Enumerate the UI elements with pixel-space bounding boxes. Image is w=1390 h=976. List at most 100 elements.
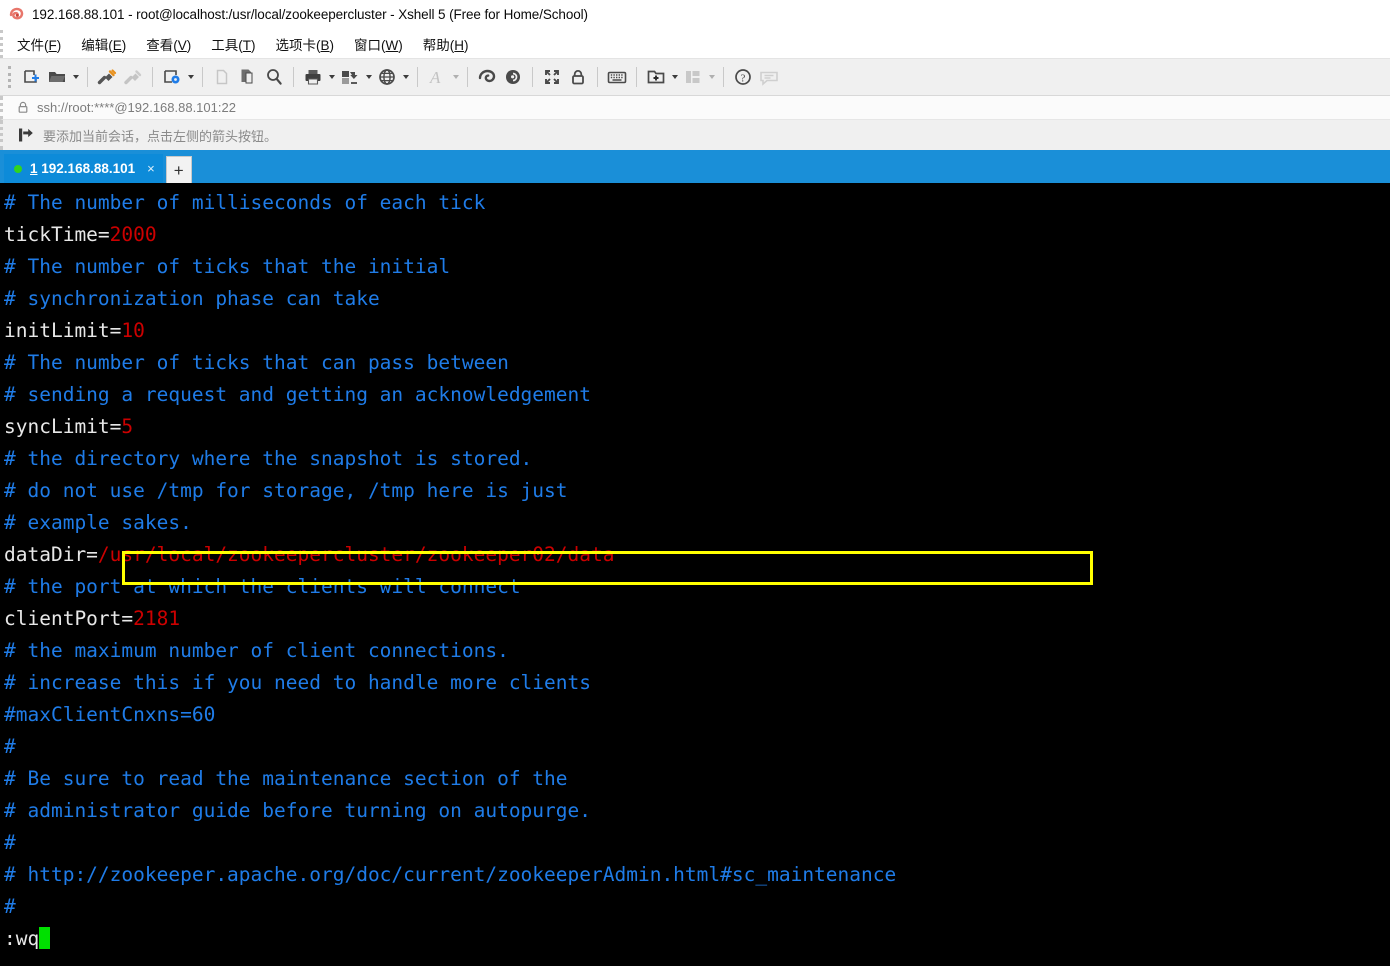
toolbar-separator	[723, 67, 724, 87]
terminal-line: clientPort=2181	[4, 603, 1390, 635]
terminal-line: #	[4, 827, 1390, 859]
terminal-content: # The number of milliseconds of each tic…	[4, 187, 1390, 955]
toolbar-separator	[417, 67, 418, 87]
help-icon[interactable]: ?	[730, 64, 756, 90]
terminal-text: dataDir=	[4, 543, 98, 566]
terminal-cursor	[39, 927, 51, 949]
copy-icon	[209, 64, 235, 90]
open-folder-icon[interactable]	[44, 64, 70, 90]
menu-window[interactable]: 窗口(W)	[354, 34, 403, 54]
fullscreen-icon[interactable]	[539, 64, 565, 90]
terminal-text: # the maximum number of client connectio…	[4, 639, 509, 662]
file-transfer-dropdown-caret[interactable]	[363, 64, 374, 90]
terminal-text: :wq	[4, 927, 40, 950]
terminal-text: # http://zookeeper.apache.org/doc/curren…	[4, 863, 897, 886]
terminal-line: # http://zookeeper.apache.org/doc/curren…	[4, 859, 1390, 891]
menubar: 文件(F) 编辑(E) 查看(V) 工具(T) 选项卡(B) 窗口(W) 帮助(…	[0, 30, 1390, 58]
file-transfer-icon[interactable]	[337, 64, 363, 90]
add-folder-icon[interactable]	[643, 64, 669, 90]
terminal-line: dataDir=/usr/local/zookeepercluster/zook…	[4, 539, 1390, 571]
terminal-line: #maxClientCnxns=60	[4, 699, 1390, 731]
menu-tools[interactable]: 工具(T)	[211, 34, 255, 54]
terminal-text: 2181	[133, 607, 181, 630]
terminal-line: # The number of ticks that can pass betw…	[4, 347, 1390, 379]
chat-icon	[756, 64, 782, 90]
session-properties-icon[interactable]	[159, 64, 185, 90]
add-session-arrow-icon[interactable]	[17, 127, 34, 143]
terminal-text: #	[4, 895, 16, 918]
terminal-text: # do not use /tmp for storage, /tmp here…	[4, 479, 568, 502]
toolbar: A ?	[0, 58, 1390, 96]
terminal-text: #	[4, 831, 16, 854]
terminal-line: # sending a request and getting an ackno…	[4, 379, 1390, 411]
terminal-screen[interactable]: # The number of milliseconds of each tic…	[0, 183, 1390, 966]
tab-session-1[interactable]: 1 192.168.88.101 ×	[4, 154, 163, 183]
terminal-line: :wq	[4, 923, 1390, 955]
script-icon[interactable]	[500, 64, 526, 90]
terminal-line: # the directory where the snapshot is st…	[4, 443, 1390, 475]
terminal-line: syncLimit=5	[4, 411, 1390, 443]
globe-dropdown-caret[interactable]	[400, 64, 411, 90]
notice-bar: 要添加当前会话，点击左侧的箭头按钮。	[0, 120, 1390, 150]
terminal-line: # increase this if you need to handle mo…	[4, 667, 1390, 699]
menu-help[interactable]: 帮助(H)	[423, 34, 469, 54]
font-dropdown-caret[interactable]	[450, 64, 461, 90]
close-icon[interactable]: ×	[147, 161, 155, 176]
terminal-text: syncLimit=	[4, 415, 122, 438]
font-icon: A	[424, 64, 450, 90]
print-icon[interactable]	[300, 64, 326, 90]
toolbar-separator	[293, 67, 294, 87]
log-icon[interactable]	[474, 64, 500, 90]
terminal-text: # increase this if you need to handle mo…	[4, 671, 591, 694]
terminal-text: # The number of milliseconds of each tic…	[4, 191, 486, 214]
toolbar-separator	[636, 67, 637, 87]
layout-icon	[680, 64, 706, 90]
terminal-line: # administrator guide before turning on …	[4, 795, 1390, 827]
terminal-line: # do not use /tmp for storage, /tmp here…	[4, 475, 1390, 507]
add-folder-dropdown-caret[interactable]	[669, 64, 680, 90]
terminal-line: # example sakes.	[4, 507, 1390, 539]
tab-label: 1 192.168.88.101	[30, 161, 135, 176]
open-folder-dropdown-caret[interactable]	[70, 64, 81, 90]
globe-icon[interactable]	[374, 64, 400, 90]
session-properties-dropdown-caret[interactable]	[185, 64, 196, 90]
terminal-text: initLimit=	[4, 319, 122, 342]
terminal-text: # The number of ticks that the initial	[4, 255, 451, 278]
terminal-text: # Be sure to read the maintenance sectio…	[4, 767, 568, 790]
tab-title: 192.168.88.101	[41, 161, 136, 176]
toolbar-separator	[152, 67, 153, 87]
terminal-text: #maxClientCnxns=60	[4, 703, 216, 726]
terminal-text: # the port at which the clients will con…	[4, 575, 521, 598]
toolbar-separator	[202, 67, 203, 87]
lock-icon[interactable]	[565, 64, 591, 90]
paste-icon[interactable]	[235, 64, 261, 90]
terminal-line: # The number of ticks that the initial	[4, 251, 1390, 283]
toolbar-separator	[87, 67, 88, 87]
tab-status-dot	[14, 164, 22, 173]
menu-file[interactable]: 文件(F)	[17, 34, 61, 54]
terminal-text: # synchronization phase can take	[4, 287, 380, 310]
terminal-text: tickTime=	[4, 223, 110, 246]
connect-icon[interactable]	[94, 64, 120, 90]
layout-dropdown-caret[interactable]	[706, 64, 717, 90]
menu-view[interactable]: 查看(V)	[146, 34, 191, 54]
new-tab-button[interactable]: +	[165, 156, 192, 183]
terminal-text: # the directory where the snapshot is st…	[4, 447, 533, 470]
print-dropdown-caret[interactable]	[326, 64, 337, 90]
new-session-icon[interactable]	[18, 64, 44, 90]
terminal-text: # administrator guide before turning on …	[4, 799, 591, 822]
notice-text: 要添加当前会话，点击左侧的箭头按钮。	[43, 128, 278, 144]
terminal-line: # synchronization phase can take	[4, 283, 1390, 315]
terminal-line: initLimit=10	[4, 315, 1390, 347]
menu-tabs[interactable]: 选项卡(B)	[276, 34, 335, 54]
menu-edit[interactable]: 编辑(E)	[81, 34, 126, 54]
keyboard-icon[interactable]	[604, 64, 630, 90]
find-icon[interactable]	[261, 64, 287, 90]
terminal-text: # The number of ticks that can pass betw…	[4, 351, 509, 374]
toolbar-grip[interactable]	[8, 66, 11, 88]
terminal-text: # example sakes.	[4, 511, 192, 534]
address-input[interactable]: ssh://root:****@192.168.88.101:22	[37, 100, 236, 115]
terminal-line: # Be sure to read the maintenance sectio…	[4, 763, 1390, 795]
address-bar[interactable]: ssh://root:****@192.168.88.101:22	[0, 96, 1390, 120]
window-title: 192.168.88.101 - root@localhost:/usr/loc…	[32, 7, 588, 22]
